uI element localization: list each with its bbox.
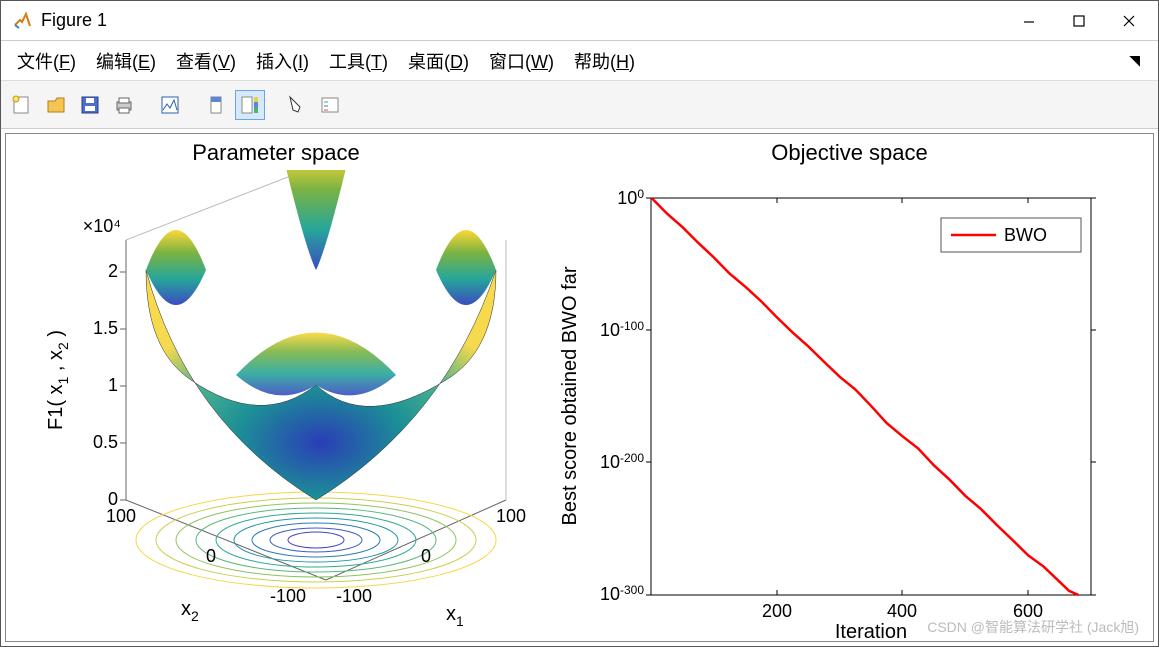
menu-window[interactable]: 窗口(W) (481, 44, 562, 78)
maximize-button[interactable] (1054, 2, 1104, 40)
link-plot-button[interactable] (155, 90, 185, 120)
surface-plot: 0 0.5 1 1.5 2 ×10⁴ (6, 170, 546, 640)
title-bar[interactable]: Figure 1 (1, 1, 1158, 41)
menu-file[interactable]: 文件(F) (9, 44, 84, 78)
surface-bowl (146, 170, 496, 500)
ztick-3: 1.5 (93, 318, 118, 338)
plot-title-left: Parameter space (6, 134, 546, 170)
y-tick-n100: -100 (270, 586, 306, 606)
menu-view[interactable]: 查看(V) (168, 44, 244, 78)
ztick-2: 1 (108, 375, 118, 395)
convergence-plot: 100 10-100 10-200 10-300 (546, 170, 1146, 640)
menu-tools[interactable]: 工具(T) (321, 44, 396, 78)
x-tick-0: 0 (421, 546, 431, 566)
bwo-line (652, 198, 1079, 595)
minimize-button[interactable] (1004, 2, 1054, 40)
y-tick-0: 0 (206, 546, 216, 566)
svg-text:100: 100 (617, 187, 644, 208)
new-figure-button[interactable] (7, 90, 37, 120)
contour-floor (136, 492, 496, 588)
menu-help[interactable]: 帮助(H) (566, 44, 643, 78)
open-button[interactable] (41, 90, 71, 120)
insert-legend-button[interactable] (315, 90, 345, 120)
x-tick-n100: -100 (336, 586, 372, 606)
svg-text:10-200: 10-200 (600, 451, 644, 472)
menu-insert[interactable]: 插入(I) (248, 44, 317, 78)
svg-text:400: 400 (887, 601, 917, 621)
plot-title-right: Objective space (546, 134, 1153, 170)
menu-bar: 文件(F) 编辑(E) 查看(V) 插入(I) 工具(T) 桌面(D) 窗口(W… (1, 41, 1158, 81)
xlabel-2d: Iteration (835, 621, 907, 640)
menu-edit[interactable]: 编辑(E) (88, 44, 164, 78)
svg-text:10-300: 10-300 (600, 583, 644, 604)
svg-text:200: 200 (762, 601, 792, 621)
ylabel-2d: Best score obtained BWO far (559, 266, 581, 525)
legend[interactable]: BWO (941, 218, 1081, 252)
figure-window: Figure 1 文件(F) 编辑(E) 查看(V) 插入(I) 工具(T) 桌… (0, 0, 1159, 647)
dock-icon[interactable]: ◥ (1129, 52, 1150, 69)
legend-bwo-label: BWO (1004, 225, 1047, 245)
zlabel-3d: F1( x1 , x2 ) (45, 330, 71, 430)
ztick-4: 2 (108, 261, 118, 281)
menu-desktop[interactable]: 桌面(D) (400, 44, 477, 78)
x-tick-100: 100 (496, 506, 526, 526)
plot-area: Parameter space (1, 129, 1158, 646)
brush-button[interactable] (201, 90, 231, 120)
print-button[interactable] (109, 90, 139, 120)
save-button[interactable] (75, 90, 105, 120)
matlab-icon (13, 11, 33, 31)
watermark: CSDN @智能算法研学社 (Jack旭) (927, 617, 1139, 637)
edit-plot-button[interactable] (281, 90, 311, 120)
subplot-parameter-space[interactable]: Parameter space (6, 134, 546, 641)
toolbar (1, 81, 1158, 129)
y-tick-100: 100 (106, 506, 136, 526)
ztick-1: 0.5 (93, 432, 118, 452)
insert-colorbar-button[interactable] (235, 90, 265, 120)
window-title: Figure 1 (41, 10, 107, 31)
subplot-objective-space[interactable]: Objective space 100 10-100 10-200 10-300 (546, 134, 1153, 641)
zscale-label: ×10⁴ (83, 216, 121, 236)
ylabel-3d: x2 (181, 598, 199, 624)
close-button[interactable] (1104, 2, 1154, 40)
axes-container: Parameter space (5, 133, 1154, 642)
svg-text:10-100: 10-100 (600, 319, 644, 340)
xlabel-3d: x1 (446, 603, 464, 629)
